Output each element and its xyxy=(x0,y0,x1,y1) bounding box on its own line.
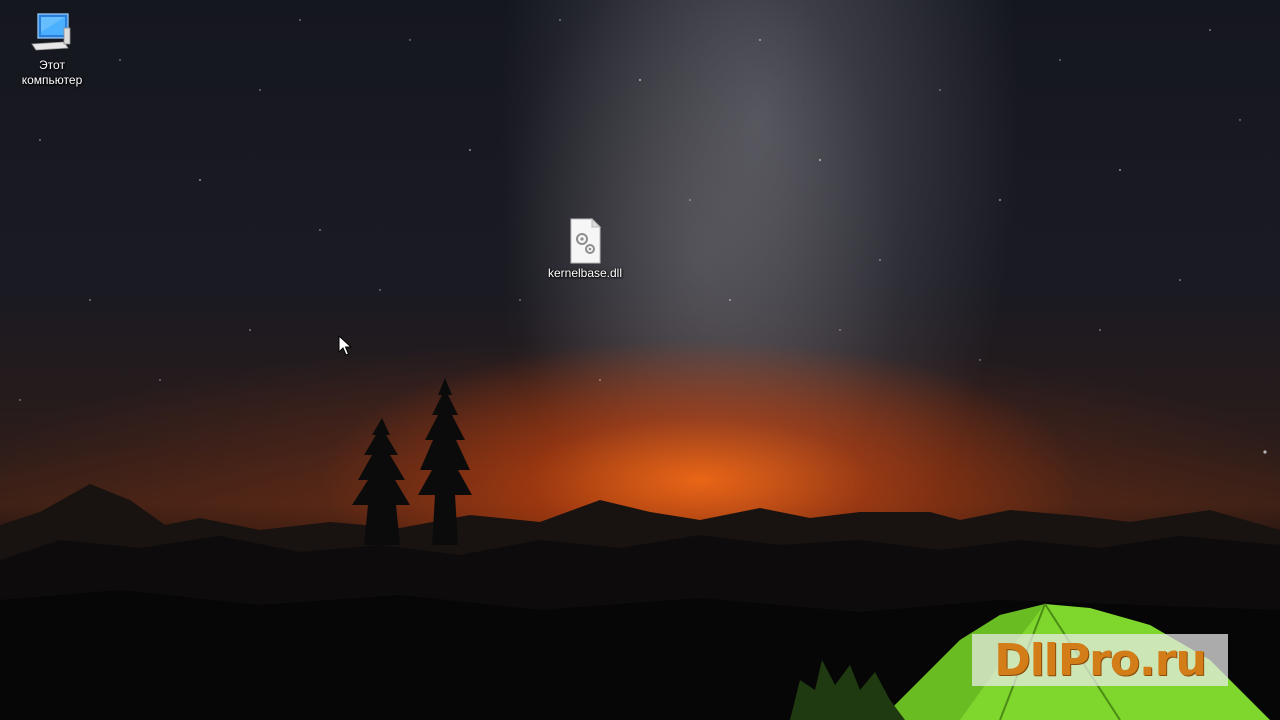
desktop-icon-label: kernelbase.dll xyxy=(547,266,623,280)
watermark-text: DllPro.ru xyxy=(994,634,1207,686)
watermark: DllPro.ru xyxy=(972,634,1228,686)
computer-icon xyxy=(31,13,71,51)
wallpaper-landscape xyxy=(0,19,1280,720)
dll-file-icon xyxy=(570,217,602,264)
mouse-cursor-icon xyxy=(338,335,352,356)
desktop-icon-kernelbase-dll[interactable]: kernelbase.dll xyxy=(547,216,623,281)
desktop-icon-this-pc[interactable]: Этот компьютер xyxy=(14,10,90,88)
desktop-icon-label: Этот компьютер xyxy=(21,58,83,87)
